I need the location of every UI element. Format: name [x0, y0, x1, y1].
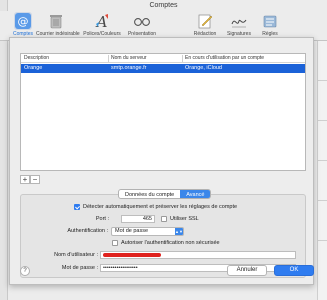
port-field[interactable]: 465	[121, 215, 155, 223]
auth-popup[interactable]: Mot de passe ▲▼	[111, 227, 184, 236]
row-used-by: Orange, iCloud	[185, 65, 222, 71]
glasses-icon	[133, 12, 151, 30]
at-icon: @	[14, 12, 32, 30]
password-label: Mot de passe :	[61, 265, 98, 271]
smtp-server-table: Description Nom du serveur En cours d'ut…	[20, 53, 306, 171]
help-button[interactable]: ?	[20, 266, 30, 276]
window-title: Comptes	[149, 2, 178, 9]
background-sidebar	[0, 0, 8, 300]
font-icon: A	[93, 12, 111, 31]
port-label: Port :	[95, 216, 109, 222]
ok-button[interactable]: OK	[274, 265, 314, 276]
column-header-usage[interactable]: En cours d'utilisation par un compte	[185, 55, 264, 61]
table-row[interactable]: Orange smtp.orange.fr Orange, iCloud	[21, 64, 305, 73]
rules-icon	[261, 12, 279, 30]
background-panel	[317, 40, 327, 300]
column-header-server[interactable]: Nom du serveur	[111, 55, 147, 61]
tab-account-info[interactable]: Données du compte	[119, 190, 180, 198]
row-server: smtp.orange.fr	[111, 65, 147, 71]
auto-detect-label: Détecter automatiquement et préserver le…	[83, 204, 238, 210]
add-server-button[interactable]: +	[20, 175, 30, 184]
auto-detect-checkbox[interactable]	[74, 204, 80, 210]
smtp-server-sheet: Description Nom du serveur En cours d'ut…	[9, 37, 314, 285]
table-header: Description Nom du serveur En cours d'ut…	[21, 54, 305, 63]
remove-server-button[interactable]: −	[30, 175, 40, 184]
insecure-auth-checkbox[interactable]	[112, 240, 118, 246]
compose-icon	[196, 12, 214, 30]
username-label: Nom d'utilisateur :	[54, 252, 98, 258]
ssl-checkbox[interactable]	[161, 216, 167, 222]
tab-advanced[interactable]: Avancé	[180, 190, 211, 198]
redaction-mark	[103, 253, 161, 257]
ssl-label: Utiliser SSL	[170, 216, 199, 222]
signature-icon	[230, 12, 248, 30]
column-separator	[108, 55, 109, 62]
column-header-description[interactable]: Description	[24, 55, 49, 61]
row-description: Orange	[24, 65, 43, 71]
svg-text:@: @	[18, 15, 29, 28]
chevron-updown-icon: ▲▼	[175, 228, 183, 235]
username-field[interactable]	[100, 251, 296, 259]
auth-popup-value: Mot de passe	[115, 228, 149, 234]
trash-icon	[47, 12, 65, 30]
settings-tabs: Données du compte Avancé	[118, 189, 212, 199]
cancel-button[interactable]: Annuler	[227, 265, 267, 276]
insecure-auth-label: Autoriser l'authentification non sécuris…	[121, 240, 220, 246]
auth-label: Authentification :	[67, 228, 108, 234]
column-separator	[182, 55, 183, 62]
